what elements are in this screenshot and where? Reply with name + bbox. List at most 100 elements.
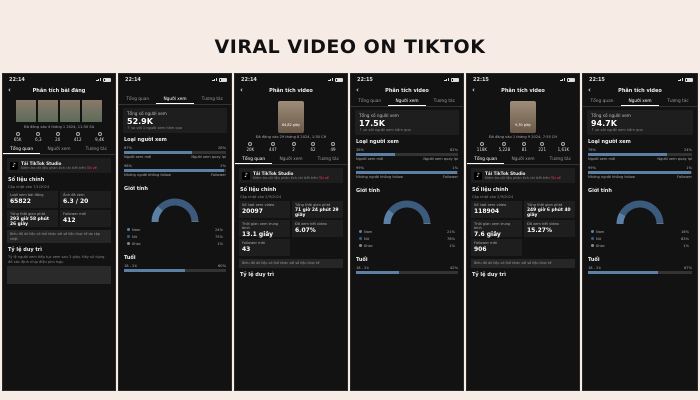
legend-row: Khác 1% <box>583 242 697 249</box>
tab-viewers[interactable]: Người xem <box>621 97 659 106</box>
tab-overview[interactable]: Tổng quan <box>3 145 41 154</box>
tab-viewers[interactable]: Người xem <box>504 155 541 164</box>
video-thumbnail[interactable]: 9,30 giây <box>510 101 536 133</box>
tab-viewers[interactable]: Người xem <box>272 155 309 164</box>
metrics-grid: Số lượt xem video 20097 Tổng thời gian ph… <box>239 201 343 256</box>
tab-engagement[interactable]: Tương tác <box>542 155 579 164</box>
back-arrow-icon[interactable]: ‹ <box>8 86 11 94</box>
pct-a: 98% <box>124 164 132 168</box>
age-key: 18 - 24 <box>124 264 137 268</box>
viewer-type-title: Loại người xem <box>356 139 399 145</box>
status-bar: 22:15 <box>351 74 463 85</box>
metric-cell: Thời gian xem trung bình 7.6 giây <box>471 220 522 238</box>
status-time: 22:14 <box>125 76 141 83</box>
tab-overview[interactable]: Tổng quan <box>583 97 621 106</box>
tab-bar: Tổng quan Người xem Tương tác <box>467 155 579 165</box>
progress-bar <box>588 171 692 174</box>
bookmark-icon <box>331 142 335 146</box>
tab-bar: Tổng quan Người xem Tương tác <box>119 95 231 105</box>
stat-comments: 20 <box>55 137 61 142</box>
comment-icon <box>55 132 60 136</box>
status-bar: 22:14 <box>235 74 347 85</box>
total-viewers-value: 52.9K <box>127 117 153 126</box>
phone-screen-5: 22:15 ‹ Phân tích video 9,30 giây Đã đăn… <box>466 73 580 391</box>
tab-overview[interactable]: Tổng quan <box>235 155 273 164</box>
tab-engagement[interactable]: Tương tác <box>310 155 347 164</box>
stats-row: 118K 5,228 81 221 1,61K <box>467 139 579 155</box>
thumb-duration: 64,82 giây <box>282 123 300 127</box>
tab-engagement[interactable]: Tương tác <box>659 97 697 106</box>
progress-fill <box>124 169 224 172</box>
tab-engagement[interactable]: Tương tác <box>426 97 463 106</box>
retention-text: Tỷ lệ người xem tiếp tục xem sau 3 giây.… <box>8 255 105 264</box>
signal-icon <box>328 77 333 82</box>
phone-screen-2: 22:14 Tổng quan Người xem Tương tác Tổng… <box>118 73 232 391</box>
screen-header: ‹ Phân tích video <box>583 85 697 97</box>
retention-title: Tỷ lệ duy trì <box>8 247 42 253</box>
studio-banner[interactable]: ♪ Tải TikTok Studio Kiểm tra dữ liệu phân… <box>239 168 343 183</box>
pct-b: 28% <box>218 146 226 150</box>
video-thumbnail[interactable]: 64,82 giây <box>278 101 304 133</box>
status-time: 22:15 <box>589 76 605 83</box>
signal-icon <box>678 77 683 82</box>
battery-icon <box>103 77 111 82</box>
metric-cell: Thời gian xem trung bình 13.1 giây <box>239 220 290 238</box>
retention-title: Tỷ lệ duy trì <box>240 271 274 278</box>
heart-icon <box>270 142 275 146</box>
screen-header: ‹ Phân tích bài đăng <box>3 85 115 97</box>
studio-banner[interactable]: ♪ Tải TikTok Studio Kiểm tra dữ liệu phân… <box>471 168 575 183</box>
caption: Những người không follow <box>124 173 171 177</box>
tab-engagement[interactable]: Tương tác <box>194 95 231 104</box>
header-title: Phân tích bài đăng <box>32 88 86 94</box>
status-bar: 22:14 <box>119 74 231 85</box>
legend-row: Nữ 83% <box>583 235 697 242</box>
tab-overview[interactable]: Tổng quan <box>119 95 156 104</box>
heart-icon <box>36 132 41 136</box>
signal-icon <box>444 77 449 82</box>
caption: Người xem mới <box>124 155 152 159</box>
tiktok-logo-icon: ♪ <box>474 171 482 180</box>
gauge-segment-0 <box>151 205 164 223</box>
tab-engagement[interactable]: Tương tác <box>78 145 115 154</box>
metric-cell: Số lượt xem video 20097 <box>239 201 290 218</box>
total-viewers-value: 94.7K <box>591 119 617 128</box>
studio-download-link[interactable]: Tài về <box>551 176 561 180</box>
metric-cell: Ảnh đã xem 6.3 / 20 <box>60 191 111 208</box>
studio-download-link[interactable]: Tài về <box>87 166 97 170</box>
stat-likes: 6,3 <box>35 137 42 142</box>
age-bar <box>124 269 226 272</box>
gauge-segment-0 <box>383 209 395 225</box>
progress-fill <box>124 151 193 154</box>
back-arrow-icon[interactable]: ‹ <box>472 86 475 94</box>
status-time: 22:15 <box>357 76 373 83</box>
battery-icon <box>567 77 575 82</box>
tab-viewers[interactable]: Người xem <box>40 145 77 154</box>
status-time: 22:14 <box>241 76 257 83</box>
age-title: Tuổi <box>124 255 136 261</box>
back-arrow-icon[interactable]: ‹ <box>240 86 243 94</box>
tab-overview[interactable]: Tổng quan <box>467 155 505 164</box>
studio-banner[interactable]: ♪ Tải TikTok Studio Kiểm tra dữ liệu phân… <box>7 158 111 173</box>
page-title: VIRAL VIDEO ON TIKTOK <box>214 36 486 58</box>
age-bar <box>356 271 458 274</box>
tab-viewers[interactable]: Người xem <box>156 95 194 104</box>
metrics-title: Số liệu chính <box>8 177 45 183</box>
back-arrow-icon[interactable]: ‹ <box>588 86 591 94</box>
metric-cell: Tổng thời gian phát 293 giờ 58 phút 26 gi… <box>7 210 58 227</box>
stat-views: 65K <box>13 137 22 142</box>
post-thumbnails[interactable] <box>7 100 111 122</box>
total-viewers-sub: ↑ so với 1 người xem hôm qua <box>127 126 183 130</box>
header-title: Phân tích video <box>501 88 545 94</box>
studio-download-link[interactable]: Tài về <box>319 176 329 180</box>
total-viewers-card: Tổng số người xem 94.7K ↑ so với người x… <box>587 110 693 135</box>
pct-a: 67% <box>124 146 132 150</box>
comment-icon <box>522 142 527 146</box>
gauge-segment-1 <box>388 200 431 224</box>
tab-viewers[interactable]: Người xem <box>388 97 426 106</box>
back-arrow-icon[interactable]: ‹ <box>356 86 359 94</box>
caption: Follower <box>211 173 226 177</box>
signal-icon <box>560 77 565 82</box>
tab-overview[interactable]: Tổng quan <box>351 97 388 106</box>
stat-saves: 9,4K <box>95 137 105 142</box>
legend-value: 24% <box>215 227 223 232</box>
